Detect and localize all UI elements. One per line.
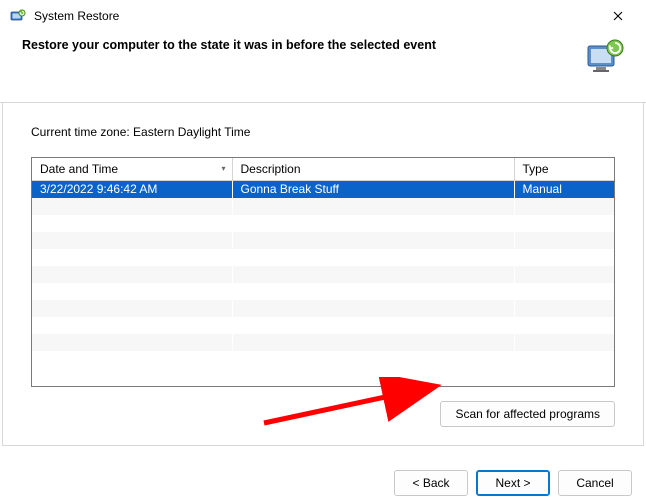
col-datetime[interactable]: Date and Time ▾ [32, 158, 232, 181]
table-row-empty [32, 215, 614, 232]
close-button[interactable] [598, 2, 638, 30]
table-row-empty [32, 198, 614, 215]
cell-datetime: 3/22/2022 9:46:42 AM [32, 181, 232, 198]
next-button[interactable]: Next > [476, 470, 550, 496]
sort-desc-icon: ▾ [221, 164, 225, 173]
table-row-empty [32, 317, 614, 334]
table-row-empty [32, 232, 614, 249]
wizard-footer: < Back Next > Cancel [394, 470, 632, 496]
system-restore-icon [10, 8, 26, 24]
system-restore-large-icon [584, 36, 628, 80]
cancel-button[interactable]: Cancel [558, 470, 632, 496]
table-row-empty [32, 300, 614, 317]
titlebar: System Restore [0, 0, 646, 32]
page-title: Restore your computer to the state it wa… [22, 38, 584, 52]
cell-description: Gonna Break Stuff [232, 181, 514, 198]
col-type[interactable]: Type [514, 158, 614, 181]
restore-points-table[interactable]: Date and Time ▾ Description Type 3/22/20… [31, 157, 615, 387]
table-row-empty [32, 334, 614, 351]
back-button[interactable]: < Back [394, 470, 468, 496]
window-title: System Restore [34, 9, 598, 23]
scan-affected-button[interactable]: Scan for affected programs [440, 401, 615, 427]
col-type-label: Type [523, 162, 549, 176]
wizard-header: Restore your computer to the state it wa… [0, 32, 646, 103]
table-row-empty [32, 351, 614, 368]
col-description[interactable]: Description [232, 158, 514, 181]
content-panel: Current time zone: Eastern Daylight Time… [2, 103, 644, 446]
table-row[interactable]: 3/22/2022 9:46:42 AM Gonna Break Stuff M… [32, 181, 614, 198]
timezone-label: Current time zone: Eastern Daylight Time [23, 125, 623, 139]
cell-type: Manual [514, 181, 614, 198]
table-row-empty [32, 283, 614, 300]
col-description-label: Description [241, 162, 301, 176]
col-datetime-label: Date and Time [40, 162, 118, 176]
table-row-empty [32, 249, 614, 266]
table-row-empty [32, 266, 614, 283]
